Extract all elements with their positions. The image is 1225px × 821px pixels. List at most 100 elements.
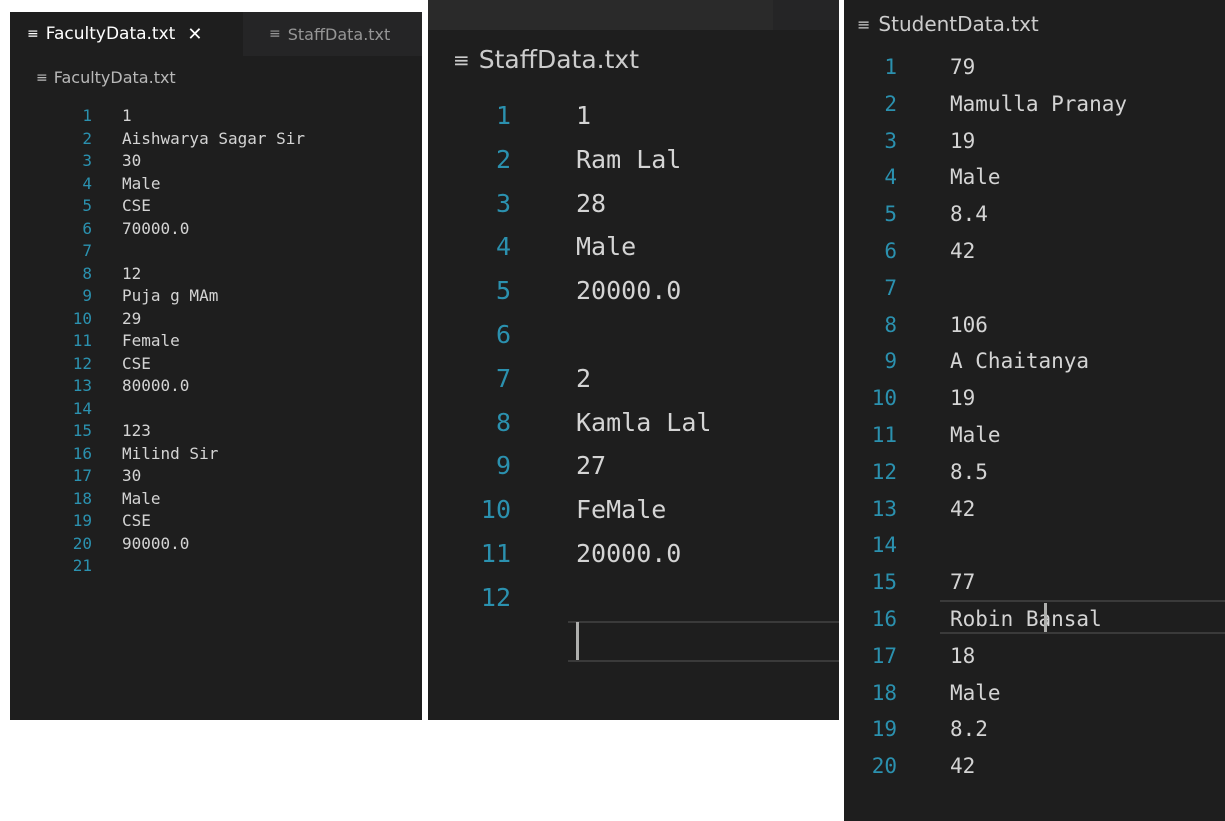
line-text: 12 <box>122 263 142 283</box>
code-area[interactable]: 1 1 2 Ram Lal 3 28 4 Male 5 20000.0 6 7 2 8 Kamla Lal 9… <box>428 94 839 620</box>
line-text: 90000.0 <box>122 533 190 553</box>
tab-staff-data[interactable]: ≡ StaffData.txt <box>243 12 422 56</box>
line-number: 10 <box>871 386 897 411</box>
line-number: 19 <box>72 511 92 530</box>
code-line[interactable]: 5 CSE <box>10 195 422 218</box>
code-line[interactable]: 6 42 <box>844 233 1225 270</box>
code-line[interactable]: 2 Ram Lal <box>428 138 839 182</box>
breadcrumb[interactable]: ≡ FacultyData.txt <box>36 68 176 87</box>
code-line[interactable]: 10 FeMale <box>428 488 839 532</box>
code-line[interactable]: 18 Male <box>844 675 1225 712</box>
line-text: 20000.0 <box>576 276 682 306</box>
breadcrumb-label: StudentData.txt <box>878 12 1039 36</box>
code-line[interactable]: 11 20000.0 <box>428 532 839 576</box>
line-number: 8 <box>884 312 897 337</box>
line-text: 106 <box>950 312 988 337</box>
line-text: FeMale <box>576 495 667 525</box>
code-line[interactable]: 14 <box>844 527 1225 564</box>
code-line[interactable]: 7 <box>10 240 422 263</box>
code-line[interactable]: 19 CSE <box>10 510 422 533</box>
line-text: Male <box>950 165 1001 190</box>
line-number: 8 <box>82 263 92 283</box>
lines-file-icon: ≡ <box>269 26 281 42</box>
code-line[interactable]: 72 <box>428 357 839 401</box>
code-area[interactable]: 1 79 2 Mamulla Pranay 3 19 4 Male 5 8.4 6 42 7 8 106 9 A… <box>844 49 1225 785</box>
code-line[interactable]: 8 Kamla Lal <box>428 401 839 445</box>
code-line[interactable]: 11 Male <box>844 417 1225 454</box>
line-number: 7 <box>884 275 897 300</box>
code-line[interactable]: 6 70000.0 <box>10 218 422 241</box>
code-line[interactable]: 13 42 <box>844 491 1225 528</box>
code-line[interactable]: 14 <box>10 398 422 421</box>
line-number: 6 <box>884 238 897 263</box>
code-line[interactable]: 11 <box>428 94 839 138</box>
code-line[interactable]: 9 A Chaitanya <box>844 343 1225 380</box>
line-text: 42 <box>950 496 976 521</box>
code-line[interactable]: 9 Puja g MAm <box>10 285 422 308</box>
line-number: 5 <box>82 196 92 215</box>
code-line[interactable]: 15 123 <box>10 420 422 443</box>
line-number: 21 <box>72 556 92 575</box>
code-line[interactable]: 4 Male <box>10 173 422 196</box>
code-line[interactable]: 10 29 <box>10 308 422 331</box>
line-text: Mamulla Pranay <box>950 91 1128 116</box>
code-line[interactable]: 12 8.5 <box>844 454 1225 491</box>
line-text: CSE <box>122 196 151 215</box>
close-icon[interactable]: ✕ <box>187 24 202 45</box>
code-line[interactable]: 6 <box>428 313 839 357</box>
code-line[interactable]: 18 Male <box>10 488 422 511</box>
line-text: 79 <box>950 55 976 79</box>
code-line[interactable]: 16 Milind Sir <box>10 443 422 466</box>
code-line[interactable]: 7 <box>844 270 1225 307</box>
code-line[interactable]: 9 27 <box>428 444 839 488</box>
code-line[interactable]: 4 Male <box>428 225 839 269</box>
line-text: 30 <box>122 151 142 170</box>
code-line[interactable]: 2 Aishwarya Sagar Sir <box>10 128 422 151</box>
breadcrumb[interactable]: ≡ StudentData.txt <box>857 12 1039 36</box>
code-line[interactable]: 12 CSE <box>10 353 422 376</box>
code-line[interactable]: 11 <box>10 105 422 128</box>
code-line[interactable]: 5 8.4 <box>844 196 1225 233</box>
tab-faculty-data[interactable]: ≡ FacultyData.txt ✕ <box>10 12 243 56</box>
code-line[interactable]: 13 80000.0 <box>10 375 422 398</box>
code-line[interactable]: 10 19 <box>844 380 1225 417</box>
code-line[interactable]: 1 79 <box>844 49 1225 86</box>
line-text: Female <box>122 331 180 350</box>
code-line[interactable]: 3 30 <box>10 150 422 173</box>
line-number: 9 <box>884 349 897 374</box>
code-line[interactable]: 15 77 <box>844 564 1225 601</box>
line-number: 9 <box>82 286 92 305</box>
code-line[interactable]: 20 42 <box>844 748 1225 785</box>
code-line[interactable]: 17 18 <box>844 638 1225 675</box>
code-line[interactable]: 8 12 <box>10 263 422 286</box>
code-line[interactable]: 2 Mamulla Pranay <box>844 86 1225 123</box>
tab-label: FacultyData.txt <box>45 24 176 44</box>
code-area[interactable]: 1 1 2 Aishwarya Sagar Sir 3 30 4 Male 5 CSE 6 70000… <box>10 105 422 578</box>
code-line[interactable]: 5 20000.0 <box>428 269 839 313</box>
code-line[interactable]: 8 106 <box>844 307 1225 344</box>
line-text: 70000.0 <box>122 218 190 238</box>
code-line[interactable]: 4 Male <box>844 159 1225 196</box>
line-number: 12 <box>871 459 897 484</box>
code-line[interactable]: 11 Female <box>10 330 422 353</box>
line-number: 15 <box>871 570 897 595</box>
line-text: 80000.0 <box>122 376 190 395</box>
line-number: 20 <box>871 754 897 779</box>
code-line[interactable]: 19 8.2 <box>844 711 1225 748</box>
line-number: 16 <box>72 443 92 463</box>
code-line[interactable]: 17 30 <box>10 465 422 488</box>
lines-file-icon: ≡ <box>27 26 39 42</box>
line-number: 8 <box>495 407 511 437</box>
line-number: 6 <box>82 218 92 238</box>
code-line[interactable]: 16 Robin Bansal <box>844 601 1225 638</box>
code-line[interactable]: 12 <box>428 576 839 620</box>
line-number: 7 <box>495 363 511 393</box>
line-number: 3 <box>82 151 92 170</box>
code-line[interactable]: 3 28 <box>428 182 839 226</box>
breadcrumb[interactable]: ≡ StaffData.txt <box>453 45 639 74</box>
line-number: 12 <box>72 353 92 373</box>
code-line[interactable]: 21 <box>10 555 422 578</box>
code-line[interactable]: 3 19 <box>844 123 1225 160</box>
line-number: 4 <box>82 173 92 193</box>
code-line[interactable]: 20 90000.0 <box>10 533 422 556</box>
